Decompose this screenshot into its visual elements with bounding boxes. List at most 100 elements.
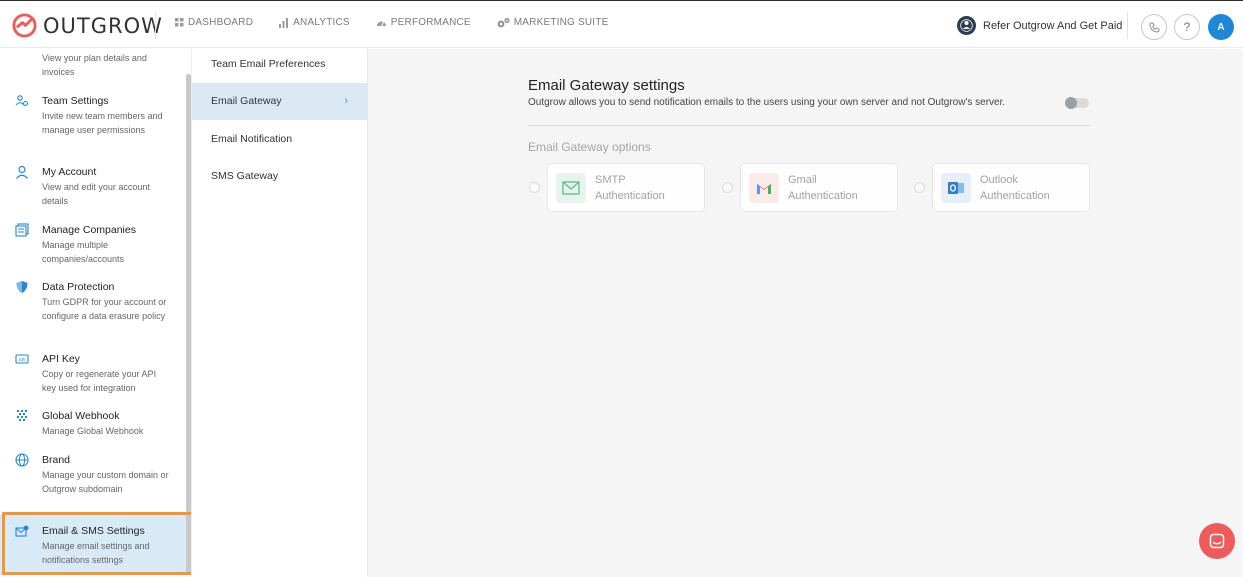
chevron-right-icon: › [344, 95, 348, 107]
email-settings-subnav: Team Email Preferences Email Gateway › E… [191, 49, 368, 577]
sidebar-item-manage-companies[interactable]: Manage Companies Manage multiple compani… [0, 223, 186, 266]
sidebar-item-title: Data Protection [42, 281, 115, 293]
nav-dashboard[interactable]: DASHBOARD [175, 17, 253, 28]
sidebar-item-desc: Manage email settings and notifications … [42, 541, 150, 565]
refer-icon [957, 16, 976, 35]
smtp-radio[interactable] [529, 182, 540, 193]
chat-icon [1209, 533, 1225, 549]
subnav-label: Email Gateway [211, 95, 282, 107]
option-line2: Authentication [595, 190, 665, 202]
gmail-icon [749, 173, 779, 203]
sidebar-item-brand[interactable]: Brand Manage your custom domain or Outgr… [0, 453, 186, 496]
subnav-email-gateway[interactable]: Email Gateway › [192, 83, 368, 120]
subnav-label: SMS Gateway [211, 170, 279, 182]
divider [528, 125, 1090, 126]
logo-text: OUTGROW [43, 13, 163, 38]
phone-button[interactable] [1141, 14, 1167, 40]
sidebar-item-desc: View your plan details and invoices [42, 53, 147, 77]
outlook-radio[interactable] [914, 182, 925, 193]
sidebar-item-desc: View and edit your account details [42, 182, 150, 206]
sidebar-item-title: My Account [42, 166, 97, 178]
option-label: Outlook Authentication [980, 172, 1090, 204]
chat-button[interactable] [1199, 523, 1235, 559]
subnav-label: Email Notification [211, 133, 293, 145]
option-label: Gmail Authentication [788, 172, 898, 204]
option-line2: Authentication [980, 190, 1050, 202]
option-line1: Gmail [788, 174, 817, 186]
nav-dashboard-label: DASHBOARD [188, 17, 254, 28]
sidebar-item-desc: Manage Global Webhook [42, 426, 144, 436]
sidebar-item-title: Brand [42, 454, 71, 466]
outlook-option-card[interactable]: Outlook Authentication [932, 163, 1090, 212]
logo-divider [155, 12, 156, 38]
nav-analytics[interactable]: ANALYTICS [279, 17, 350, 28]
gmail-radio[interactable] [722, 182, 733, 193]
sidebar-item-title: API Key [42, 353, 80, 365]
option-line2: Authentication [788, 190, 858, 202]
gmail-option-card[interactable]: Gmail Authentication [740, 163, 898, 212]
sidebar-item-billing[interactable]: View your plan details and invoices [0, 52, 186, 79]
settings-sidebar: View your plan details and invoices Team… [0, 49, 191, 577]
email-gateway-toggle[interactable] [1065, 97, 1089, 109]
help-button[interactable]: ? [1174, 14, 1200, 40]
sidebar-item-data-protection[interactable]: Data Protection Turn GDPR for your accou… [0, 280, 186, 323]
sidebar-item-global-webhook[interactable]: Global Webhook Manage Global Webhook [0, 409, 186, 439]
bar-chart-icon [279, 17, 289, 28]
sidebar-item-title: Team Settings [42, 95, 109, 107]
subnav-sms-gateway[interactable]: SMS Gateway [192, 158, 368, 195]
api-icon: API [15, 354, 29, 364]
option-line1: SMTP [595, 174, 626, 186]
sidebar-item-title: Email & SMS Settings [42, 525, 145, 537]
subnav-label: Team Email Preferences [211, 58, 326, 70]
globe-icon [15, 453, 29, 467]
sidebar-item-desc: Manage multiple companies/accounts [42, 240, 125, 264]
sidebar-item-desc: Copy or regenerate your API key used for… [42, 369, 157, 393]
page-description: Outgrow allows you to send notification … [528, 97, 1006, 108]
header-divider [1127, 12, 1128, 39]
outlook-icon [941, 173, 971, 203]
page-title: Email Gateway settings [528, 77, 685, 94]
sidebar-item-desc: Manage your custom domain or Outgrow sub… [42, 470, 169, 494]
avatar[interactable]: A [1208, 14, 1234, 40]
toggle-knob [1065, 97, 1077, 109]
user-icon [16, 165, 28, 179]
team-icon [15, 95, 28, 106]
nav-analytics-label: ANALYTICS [293, 17, 350, 28]
gauge-icon [376, 21, 386, 26]
nav-performance-label: PERFORMANCE [390, 17, 471, 28]
svg-text:API: API [18, 357, 25, 363]
help-icon: ? [1183, 20, 1191, 34]
outgrow-logo-icon [12, 13, 37, 38]
shield-icon [16, 281, 28, 293]
sidebar-item-desc: Invite new team members and manage user … [42, 111, 163, 135]
option-label: SMTP Authentication [595, 172, 705, 204]
main-panel: Email Gateway settings Outgrow allows yo… [368, 49, 1243, 577]
sidebar-item-title: Global Webhook [42, 410, 120, 422]
subnav-email-notification[interactable]: Email Notification [192, 121, 368, 158]
smtp-option-card[interactable]: SMTP Authentication [547, 163, 705, 212]
option-line1: Outlook [980, 174, 1018, 186]
nav-performance[interactable]: PERFORMANCE [376, 17, 471, 28]
email-settings-icon [15, 525, 29, 537]
sidebar-item-title: Manage Companies [42, 224, 136, 236]
subnav-team-email-preferences[interactable]: Team Email Preferences [192, 46, 368, 83]
webhook-icon [17, 410, 27, 421]
phone-icon [1149, 22, 1159, 32]
smtp-mail-icon [556, 173, 586, 203]
outgrow-logo[interactable]: OUTGROW [11, 12, 163, 39]
sidebar-item-desc: Turn GDPR for your account or configure … [42, 297, 167, 321]
options-title: Email Gateway options [528, 140, 651, 154]
grid-icon [175, 18, 184, 27]
refer-label: Refer Outgrow And Get Paid [983, 19, 1123, 32]
nav-marketing-suite[interactable]: MARKETING SUITE [497, 17, 609, 28]
main-nav: DASHBOARD ANALYTICS PERFORMANCE MARKETIN… [175, 17, 634, 28]
sidebar-item-api-key[interactable]: API API Key Copy or regenerate your API … [0, 352, 186, 395]
sidebar-item-my-account[interactable]: My Account View and edit your account de… [0, 165, 186, 208]
refer-link[interactable]: Refer Outgrow And Get Paid [957, 16, 1122, 35]
sidebar-item-team-settings[interactable]: Team Settings Invite new team members an… [0, 94, 186, 137]
sidebar-item-email-sms-settings[interactable]: Email & SMS Settings Manage email settin… [0, 515, 186, 575]
companies-icon [15, 223, 29, 237]
top-bar: OUTGROW DASHBOARD ANALYTICS PERFORMANCE … [0, 0, 1243, 48]
nav-marketing-suite-label: MARKETING SUITE [513, 17, 609, 28]
cogs-icon [497, 17, 510, 28]
